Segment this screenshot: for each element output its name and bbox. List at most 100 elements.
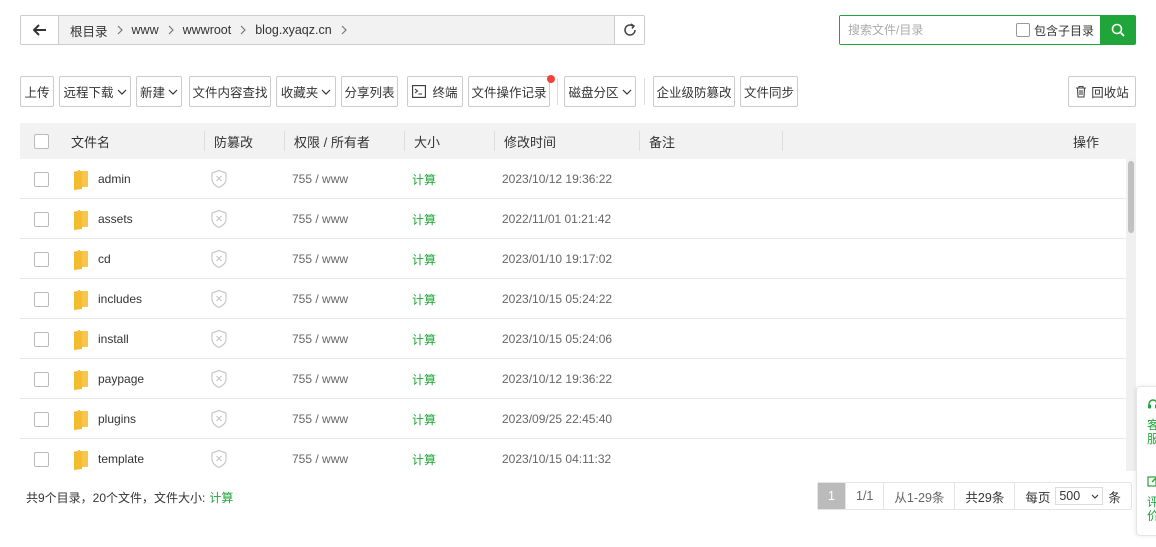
refresh-button[interactable]	[614, 16, 644, 44]
table-row[interactable]: includes 755 / www 计算 2023/10/15 05:24:22	[20, 279, 1126, 319]
file-name-cell[interactable]: paypage	[72, 359, 144, 399]
perm-owner[interactable]: 755 / www	[292, 239, 348, 279]
file-name-cell[interactable]: template	[72, 439, 144, 471]
file-name[interactable]: admin	[98, 172, 131, 186]
file-name[interactable]: assets	[98, 212, 133, 226]
row-checkbox[interactable]	[34, 451, 49, 467]
row-select-cell	[34, 159, 49, 199]
calc-size-link[interactable]: 计算	[412, 359, 436, 399]
content-search-button[interactable]: 文件内容查找	[189, 76, 271, 107]
share-list-button[interactable]: 分享列表	[341, 76, 398, 107]
operation-log-button[interactable]: 文件操作记录	[468, 76, 550, 107]
calc-size-link[interactable]: 计算	[412, 159, 436, 199]
row-checkbox[interactable]	[34, 171, 49, 187]
customer-service-label[interactable]: 客服	[1147, 418, 1156, 448]
calc-size-link[interactable]: 计算	[412, 239, 436, 279]
perm-owner[interactable]: 755 / www	[292, 319, 348, 359]
shield-off-icon[interactable]	[210, 409, 228, 429]
file-name-cell[interactable]: includes	[72, 279, 142, 319]
col-name[interactable]: 文件名	[71, 123, 110, 159]
calc-size-link[interactable]: 计算	[412, 399, 436, 439]
breadcrumb-site[interactable]: blog.xyaqz.cn	[250, 23, 336, 37]
calc-size-link[interactable]: 计算	[412, 279, 436, 319]
table-row[interactable]: template 755 / www 计算 2023/10/15 04:11:32	[20, 439, 1126, 471]
shield-off-icon[interactable]	[210, 329, 228, 349]
file-name[interactable]: paypage	[98, 372, 144, 386]
table-row[interactable]: assets 755 / www 计算 2022/11/01 01:21:42	[20, 199, 1126, 239]
include-subdir-option[interactable]: 包含子目录	[1010, 16, 1094, 44]
perm-owner[interactable]: 755 / www	[292, 359, 348, 399]
file-sync-button[interactable]: 文件同步	[740, 76, 798, 107]
tamper-cell[interactable]	[210, 439, 228, 471]
shield-off-icon[interactable]	[210, 369, 228, 389]
remote-download-button[interactable]: 远程下载	[59, 76, 131, 107]
file-name[interactable]: plugins	[98, 412, 136, 426]
perm-owner[interactable]: 755 / www	[292, 199, 348, 239]
shield-off-icon[interactable]	[210, 289, 228, 309]
table-row[interactable]: install 755 / www 计算 2023/10/15 05:24:06	[20, 319, 1126, 359]
breadcrumb-wwwroot[interactable]: wwwroot	[178, 23, 237, 37]
shield-off-icon[interactable]	[210, 169, 228, 189]
perm-owner[interactable]: 755 / www	[292, 279, 348, 319]
scrollbar-thumb[interactable]	[1128, 161, 1134, 233]
file-name[interactable]: template	[98, 452, 144, 466]
page-current[interactable]: 1	[818, 483, 846, 509]
tamper-cell[interactable]	[210, 319, 228, 359]
file-name[interactable]: includes	[98, 292, 142, 306]
disk-partition-button[interactable]: 磁盘分区	[564, 76, 636, 107]
calc-total-size-link[interactable]: 计算	[209, 489, 233, 506]
tamper-cell[interactable]	[210, 239, 228, 279]
row-checkbox[interactable]	[34, 411, 49, 427]
upload-button[interactable]: 上传	[20, 76, 54, 107]
search-button[interactable]	[1100, 16, 1135, 44]
row-checkbox[interactable]	[34, 371, 49, 387]
shield-off-icon[interactable]	[210, 209, 228, 229]
perm-owner[interactable]: 755 / www	[292, 159, 348, 199]
file-name[interactable]: cd	[98, 252, 111, 266]
perm-owner[interactable]: 755 / www	[292, 399, 348, 439]
row-checkbox[interactable]	[34, 291, 49, 307]
calc-size-link[interactable]: 计算	[412, 199, 436, 239]
file-name-cell[interactable]: install	[72, 319, 129, 359]
table-row[interactable]: paypage 755 / www 计算 2023/10/12 19:36:22	[20, 359, 1126, 399]
file-name-cell[interactable]: plugins	[72, 399, 136, 439]
recycle-bin-button[interactable]: 回收站	[1068, 76, 1136, 107]
shield-off-icon[interactable]	[210, 249, 228, 269]
back-button[interactable]	[21, 16, 59, 44]
row-checkbox[interactable]	[34, 331, 49, 347]
search-input[interactable]	[840, 16, 1010, 44]
tamper-cell[interactable]	[210, 279, 228, 319]
breadcrumb-www[interactable]: www	[127, 23, 164, 37]
row-checkbox[interactable]	[34, 211, 49, 227]
select-all-checkbox[interactable]	[34, 133, 49, 149]
include-subdir-checkbox[interactable]	[1016, 23, 1030, 37]
col-mtime[interactable]: 修改时间	[504, 123, 556, 159]
scrollbar[interactable]	[1126, 159, 1136, 471]
headset-icon[interactable]	[1147, 398, 1156, 410]
file-name-cell[interactable]: assets	[72, 199, 133, 239]
calc-size-link[interactable]: 计算	[412, 319, 436, 359]
per-page-select[interactable]: 500	[1055, 487, 1104, 505]
tamper-cell[interactable]	[210, 159, 228, 199]
table-row[interactable]: admin 755 / www 计算 2023/10/12 19:36:22	[20, 159, 1126, 199]
table-row[interactable]: cd 755 / www 计算 2023/01/10 19:17:02	[20, 239, 1126, 279]
new-button[interactable]: 新建	[136, 76, 182, 107]
tamper-cell[interactable]	[210, 399, 228, 439]
favorites-button[interactable]: 收藏夹	[276, 76, 336, 107]
row-checkbox[interactable]	[34, 251, 49, 267]
feedback-label[interactable]: 评价	[1147, 495, 1156, 525]
shield-off-icon[interactable]	[210, 449, 228, 469]
col-size[interactable]: 大小	[414, 123, 440, 159]
calc-size-link[interactable]: 计算	[412, 439, 436, 471]
breadcrumb-root[interactable]: 根目录	[65, 21, 113, 40]
file-name[interactable]: install	[98, 332, 129, 346]
perm-owner[interactable]: 755 / www	[292, 439, 348, 471]
enterprise-tamper-button[interactable]: 企业级防篡改	[653, 76, 735, 107]
tamper-cell[interactable]	[210, 359, 228, 399]
edit-icon[interactable]	[1147, 475, 1156, 487]
terminal-button[interactable]: 终端	[407, 76, 463, 107]
file-name-cell[interactable]: cd	[72, 239, 111, 279]
tamper-cell[interactable]	[210, 199, 228, 239]
table-row[interactable]: plugins 755 / www 计算 2023/09/25 22:45:40	[20, 399, 1126, 439]
file-name-cell[interactable]: admin	[72, 159, 131, 199]
